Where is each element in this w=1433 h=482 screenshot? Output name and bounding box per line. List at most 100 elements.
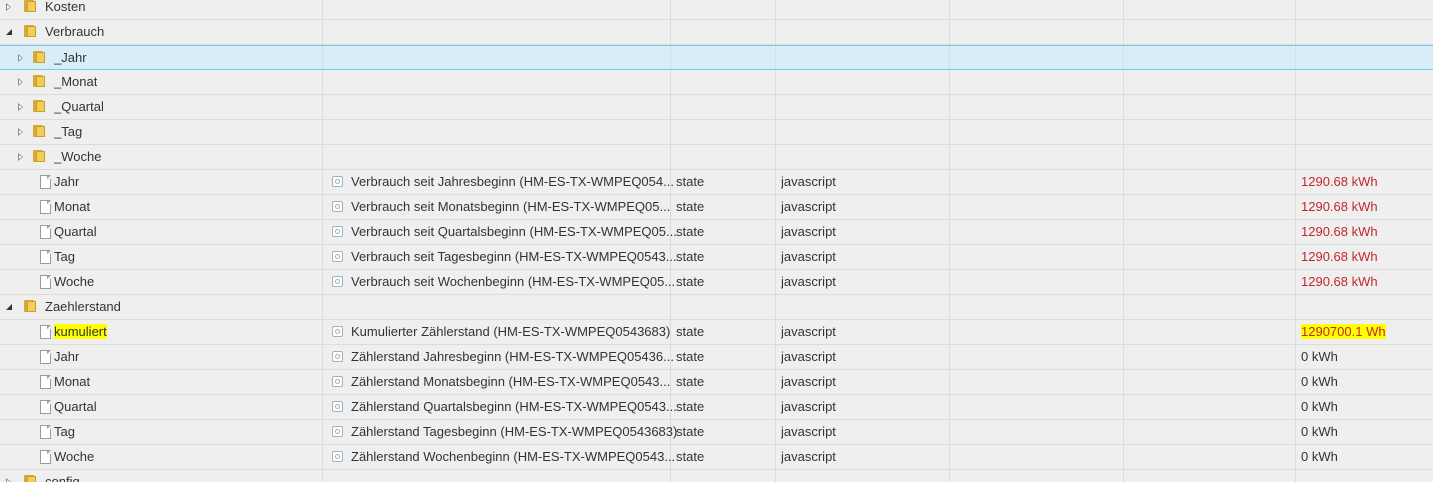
column-divider — [775, 220, 776, 244]
object-name: Zaehlerstand — [45, 295, 121, 319]
expand-right-icon[interactable] — [18, 78, 23, 86]
object-role: javascript — [781, 224, 836, 239]
column-divider — [322, 220, 323, 244]
object-description: Zählerstand Jahresbeginn (HM-ES-TX-WMPEQ… — [351, 349, 674, 364]
object-description: Verbrauch seit Tagesbeginn (HM-ES-TX-WMP… — [351, 249, 677, 264]
object-name: _Monat — [54, 70, 97, 94]
expand-right-icon[interactable] — [18, 153, 23, 161]
state-icon — [332, 176, 343, 187]
object-tree-table: Kosten Verbrauch _Jahr _Monat _Quartal _Tag _W… — [0, 0, 1433, 482]
object-value[interactable]: 0 kWh — [1301, 420, 1338, 444]
table-row[interactable]: Kosten — [0, 0, 1433, 20]
expand-down-icon[interactable] — [6, 29, 12, 35]
table-row[interactable]: Jahr Zählerstand Jahresbeginn (HM-ES-TX-W… — [0, 345, 1433, 370]
object-name: Kosten — [45, 0, 85, 19]
column-divider — [1123, 470, 1124, 482]
document-icon — [40, 225, 51, 239]
column-divider — [670, 20, 671, 44]
table-row[interactable]: Woche Verbrauch seit Wochenbeginn (HM-ES-… — [0, 270, 1433, 295]
document-icon — [40, 200, 51, 214]
object-value[interactable]: 1290.68 kWh — [1301, 270, 1378, 294]
state-icon — [332, 226, 343, 237]
column-divider — [322, 70, 323, 94]
column-divider — [1123, 145, 1124, 169]
column-divider — [1295, 95, 1296, 119]
object-role: javascript — [781, 199, 836, 214]
table-row[interactable]: Zaehlerstand — [0, 295, 1433, 320]
object-type: state — [676, 174, 705, 189]
object-description: Verbrauch seit Wochenbeginn (HM-ES-TX-WM… — [351, 274, 676, 289]
expand-right-icon[interactable] — [6, 478, 11, 482]
object-role: javascript — [781, 274, 836, 289]
column-divider — [949, 420, 950, 444]
object-role: javascript — [781, 424, 836, 439]
table-row[interactable]: _Tag — [0, 120, 1433, 145]
object-value[interactable]: 0 kWh — [1301, 370, 1338, 394]
object-description: Zählerstand Monatsbeginn (HM-ES-TX-WMPEQ… — [351, 374, 671, 389]
object-type: state — [676, 224, 705, 239]
column-divider — [1123, 70, 1124, 94]
object-name-label: Tag — [54, 249, 75, 264]
column-divider — [775, 0, 776, 19]
object-value[interactable]: 1290.68 kWh — [1301, 170, 1378, 194]
table-row[interactable]: Verbrauch — [0, 20, 1433, 45]
column-divider — [775, 95, 776, 119]
column-divider — [949, 470, 950, 482]
object-value[interactable]: 0 kWh — [1301, 445, 1338, 469]
object-name: Quartal — [54, 220, 97, 244]
table-row[interactable]: _Jahr — [0, 45, 1433, 70]
object-value[interactable]: 1290.68 kWh — [1301, 220, 1378, 244]
object-name-label: _Tag — [54, 124, 83, 139]
column-divider — [1295, 270, 1296, 294]
column-divider — [670, 120, 671, 144]
state-icon — [332, 251, 343, 262]
table-row[interactable]: _Monat — [0, 70, 1433, 95]
object-value[interactable]: 0 kWh — [1301, 345, 1338, 369]
folder-icon — [32, 100, 46, 112]
object-value[interactable]: 0 kWh — [1301, 395, 1338, 419]
table-row[interactable]: Woche Zählerstand Wochenbeginn (HM-ES-TX-… — [0, 445, 1433, 470]
expand-right-icon[interactable] — [18, 54, 23, 62]
column-divider — [775, 145, 776, 169]
table-row[interactable]: Quartal Verbrauch seit Quartalsbeginn (HM… — [0, 220, 1433, 245]
table-row[interactable]: Quartal Zählerstand Quartalsbeginn (HM-ES… — [0, 395, 1433, 420]
column-divider — [1295, 120, 1296, 144]
column-divider — [1295, 445, 1296, 469]
column-divider — [775, 46, 776, 69]
expand-right-icon[interactable] — [18, 103, 23, 111]
column-divider — [775, 420, 776, 444]
object-value[interactable]: 1290700.1 Wh — [1301, 320, 1386, 344]
column-divider — [1123, 445, 1124, 469]
column-divider — [1123, 295, 1124, 319]
column-divider — [949, 0, 950, 19]
table-row[interactable]: Tag Zählerstand Tagesbeginn (HM-ES-TX-WMP… — [0, 420, 1433, 445]
folder-icon — [32, 150, 46, 162]
table-row[interactable]: Jahr Verbrauch seit Jahresbeginn (HM-ES-T… — [0, 170, 1433, 195]
object-value[interactable]: 1290.68 kWh — [1301, 195, 1378, 219]
object-value[interactable]: 1290.68 kWh — [1301, 245, 1378, 269]
object-name: Tag — [54, 420, 75, 444]
folder-icon — [32, 51, 46, 63]
column-divider — [1123, 270, 1124, 294]
state-icon — [332, 326, 343, 337]
table-row[interactable]: Monat Zählerstand Monatsbeginn (HM-ES-TX-… — [0, 370, 1433, 395]
state-icon — [332, 351, 343, 362]
expand-down-icon[interactable] — [6, 304, 12, 310]
object-name-label: _Quartal — [54, 99, 104, 114]
expand-right-icon[interactable] — [6, 3, 11, 11]
expand-right-icon[interactable] — [18, 128, 23, 136]
document-icon — [40, 250, 51, 264]
object-value-label: 0 kWh — [1301, 449, 1338, 464]
table-row[interactable]: _Quartal — [0, 95, 1433, 120]
object-name-label: Monat — [54, 199, 91, 214]
document-icon — [40, 425, 51, 439]
table-row[interactable]: config — [0, 470, 1433, 482]
table-row[interactable]: kumuliert Kumulierter Zählerstand (HM-ES-… — [0, 320, 1433, 345]
column-divider — [775, 295, 776, 319]
object-type: state — [676, 349, 705, 364]
object-description: Verbrauch seit Monatsbeginn (HM-ES-TX-WM… — [351, 199, 671, 214]
table-row[interactable]: _Woche — [0, 145, 1433, 170]
table-row[interactable]: Tag Verbrauch seit Tagesbeginn (HM-ES-TX-… — [0, 245, 1433, 270]
column-divider — [775, 395, 776, 419]
table-row[interactable]: Monat Verbrauch seit Monatsbeginn (HM-ES-… — [0, 195, 1433, 220]
